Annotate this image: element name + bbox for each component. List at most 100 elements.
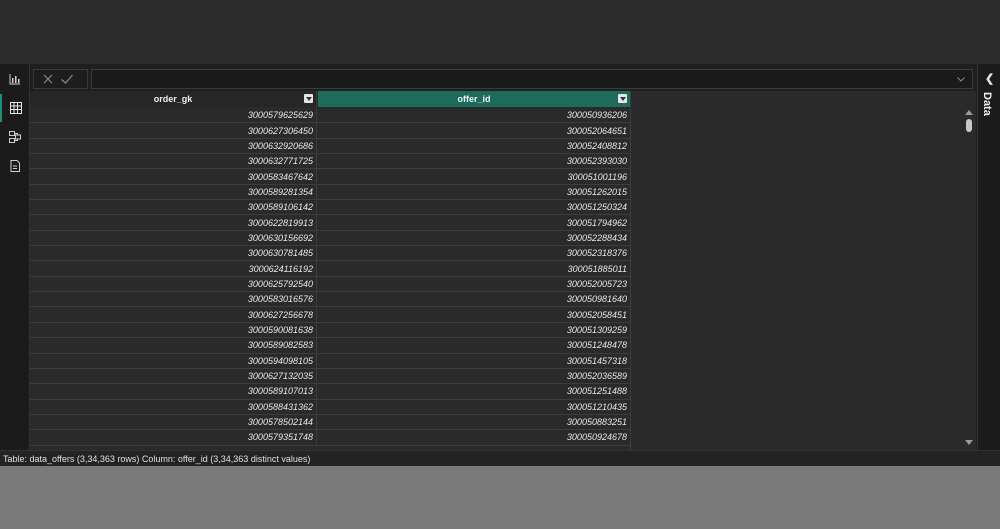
table-row[interactable]: 3000590081638 300051309259 xyxy=(30,322,630,339)
cell-order-gk[interactable]: 3000624116192 xyxy=(30,261,317,276)
formula-actions xyxy=(33,69,88,89)
table-row[interactable]: 3000588431362 300051210435 xyxy=(30,399,630,415)
cell-order-gk[interactable]: 3000578502144 xyxy=(30,414,317,430)
commit-check-icon[interactable] xyxy=(60,73,74,85)
cell-offer-id[interactable]: 300051457318 xyxy=(318,354,630,368)
cell-offer-id[interactable]: 300052288434 xyxy=(318,231,630,245)
cell-order-gk[interactable]: 3000594098105 xyxy=(30,353,317,368)
cell-order-gk[interactable]: 3000630156692 xyxy=(30,230,317,246)
table-row[interactable]: 3000578502144 300050883251 xyxy=(30,414,630,431)
expand-pane-icon[interactable]: ❮ xyxy=(985,72,994,85)
status-bar: Table: data_offers (3,34,363 rows) Colum… xyxy=(0,450,1000,466)
cell-order-gk[interactable]: 3000583016576 xyxy=(30,292,317,307)
column-header-order-gk[interactable]: order_gk xyxy=(30,91,317,107)
table-row[interactable]: 3000579625629 300050936206 xyxy=(30,108,630,124)
table-row[interactable]: 3000579351748 300050924678 xyxy=(30,430,630,446)
cell-order-gk[interactable]: 3000627132035 xyxy=(30,368,317,384)
cell-offer-id[interactable]: 300051251488 xyxy=(318,384,630,398)
table-row[interactable]: 3000632771725 300052393030 xyxy=(30,154,630,170)
cell-offer-id[interactable]: 300052058451 xyxy=(318,307,630,321)
cell-order-gk[interactable]: 3000579625629 xyxy=(30,108,317,123)
cell-offer-id[interactable]: 300051210435 xyxy=(318,400,630,414)
table-row[interactable]: 3000594098105 300051457318 xyxy=(30,353,630,369)
cell-offer-id[interactable]: 300051262015 xyxy=(318,185,630,199)
table-row[interactable]: 3000630156692 300052288434 xyxy=(30,230,630,247)
table-view-window: order_gk offer_id 3000579625629 300050936… xyxy=(0,64,1000,466)
cell-offer-id[interactable]: 300051250324 xyxy=(318,200,630,214)
table-row[interactable]: 3000627132035 300052036589 xyxy=(30,368,630,385)
cell-offer-id[interactable]: 300050883251 xyxy=(318,415,630,429)
cell-offer-id[interactable]: 300052064651 xyxy=(318,123,630,137)
cancel-icon[interactable] xyxy=(42,73,54,85)
status-text: Table: data_offers (3,34,363 rows) Colum… xyxy=(3,453,311,464)
cell-offer-id[interactable]: 300052005723 xyxy=(318,277,630,291)
data-grid: order_gk offer_id 3000579625629 300050936… xyxy=(30,91,976,450)
cell-offer-id[interactable]: 300051001196 xyxy=(318,169,630,183)
cell-order-gk[interactable]: 3000583467642 xyxy=(30,169,317,184)
cell-order-gk[interactable]: 3000632920686 xyxy=(30,138,317,154)
cell-order-gk[interactable]: 3000589281354 xyxy=(30,184,317,200)
table-row[interactable]: 3000625792540 300052005723 xyxy=(30,276,630,293)
table-grid-icon xyxy=(9,102,22,114)
cell-offer-id[interactable]: 300051248478 xyxy=(318,338,630,352)
query-document-icon xyxy=(10,160,20,172)
table-row[interactable]: 3000589281354 300051262015 xyxy=(30,184,630,201)
model-diagram-icon xyxy=(8,131,21,143)
vertical-scrollbar[interactable] xyxy=(964,107,974,447)
cell-order-gk[interactable]: 3000632771725 xyxy=(30,154,317,169)
cell-order-gk[interactable]: 3000622819913 xyxy=(30,215,317,230)
chevron-down-icon[interactable] xyxy=(956,74,966,84)
cell-order-gk[interactable]: 3000579351748 xyxy=(30,430,317,445)
table-row[interactable]: 3000589107013 300051251488 xyxy=(30,384,630,400)
cell-order-gk[interactable]: 3000588431362 xyxy=(30,399,317,414)
table-row[interactable]: 3000624116192 300051885011 xyxy=(30,261,630,277)
scrollbar-thumb[interactable] xyxy=(966,119,972,132)
cell-offer-id[interactable]: 300051309259 xyxy=(318,323,630,337)
cell-offer-id[interactable]: 300051885011 xyxy=(318,261,630,275)
cell-order-gk[interactable]: 3000589107013 xyxy=(30,384,317,399)
table-row[interactable]: 3000589082583 300051248478 xyxy=(30,338,630,354)
table-row[interactable]: 3000627256678 300052058451 xyxy=(30,307,630,323)
cell-offer-id[interactable]: 300052408812 xyxy=(318,139,630,153)
cell-order-gk[interactable]: 3000589082583 xyxy=(30,338,317,353)
cell-order-gk[interactable]: 3000627306450 xyxy=(30,123,317,138)
table-row[interactable]: 3000627306450 300052064651 xyxy=(30,123,630,139)
table-row[interactable]: 3000583016576 300050981640 xyxy=(30,292,630,308)
cell-order-gk[interactable]: 3000590081638 xyxy=(30,322,317,338)
model-view-button[interactable] xyxy=(0,123,29,151)
cell-offer-id[interactable]: 300052318376 xyxy=(318,246,630,260)
filter-dropdown-icon[interactable] xyxy=(618,94,627,103)
data-pane-collapsed[interactable]: ❮ Data xyxy=(977,64,1000,450)
scroll-down-icon[interactable] xyxy=(965,440,973,445)
table-row[interactable]: 3000622819913 300051794962 xyxy=(30,215,630,231)
table-rows: 3000579625629 300050936206 3000627306450 30… xyxy=(30,108,630,446)
formula-bar xyxy=(30,67,976,89)
cell-offer-id[interactable]: 300050936206 xyxy=(318,108,630,122)
grid-edge-divider xyxy=(630,91,631,450)
cell-order-gk[interactable]: 3000589106142 xyxy=(30,200,317,215)
cell-order-gk[interactable]: 3000625792540 xyxy=(30,276,317,292)
cell-order-gk[interactable]: 3000627256678 xyxy=(30,307,317,322)
table-row[interactable]: 3000632920686 300052408812 xyxy=(30,138,630,155)
filter-dropdown-icon[interactable] xyxy=(304,94,313,103)
cell-order-gk[interactable]: 3000630781485 xyxy=(30,246,317,261)
table-row[interactable]: 3000589106142 300051250324 xyxy=(30,200,630,216)
cell-offer-id[interactable]: 300052393030 xyxy=(318,154,630,168)
dax-query-view-button[interactable] xyxy=(0,152,29,180)
table-row[interactable]: 3000583467642 300051001196 xyxy=(30,169,630,185)
data-pane-label: Data xyxy=(981,92,993,116)
cell-offer-id[interactable]: 300051794962 xyxy=(318,215,630,229)
bar-chart-icon xyxy=(9,74,20,85)
column-header-label: order_gk xyxy=(153,94,193,104)
report-view-button[interactable] xyxy=(0,65,29,93)
cell-offer-id[interactable]: 300050981640 xyxy=(318,292,630,306)
table-view-button[interactable] xyxy=(0,94,29,122)
scroll-up-icon[interactable] xyxy=(965,110,973,115)
column-header-offer-id[interactable]: offer_id xyxy=(318,91,630,107)
view-switcher-rail xyxy=(0,64,30,450)
formula-input[interactable] xyxy=(91,69,973,89)
table-row[interactable]: 3000630781485 300052318376 xyxy=(30,246,630,262)
cell-offer-id[interactable]: 300052036589 xyxy=(318,369,630,383)
top-ribbon-area xyxy=(0,0,1000,64)
cell-offer-id[interactable]: 300050924678 xyxy=(318,430,630,444)
